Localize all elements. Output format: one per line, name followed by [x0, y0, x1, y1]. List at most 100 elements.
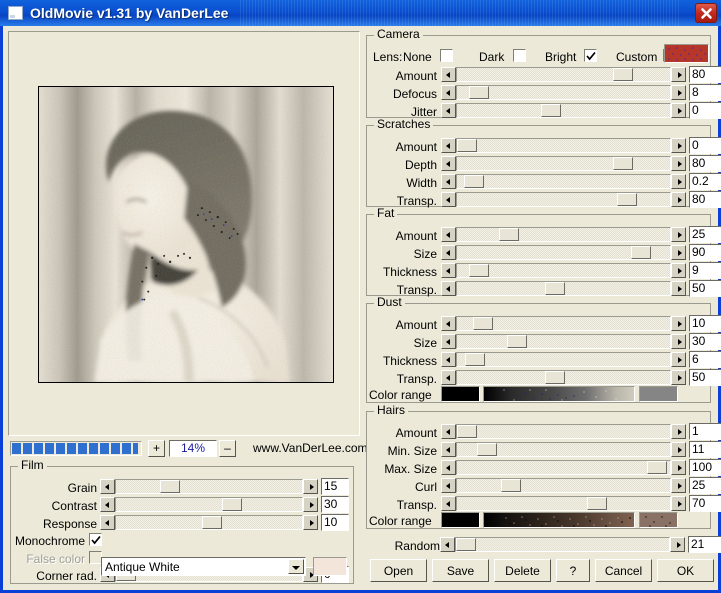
slider-thumb[interactable]	[507, 335, 527, 348]
slider-right-arrow[interactable]	[671, 227, 686, 242]
slider-left-arrow[interactable]	[440, 537, 455, 552]
slider-thumb[interactable]	[477, 443, 497, 456]
slider-right-arrow[interactable]	[671, 85, 686, 100]
slider-thumb[interactable]	[617, 193, 637, 206]
zoom-out-button[interactable]: –	[219, 440, 236, 457]
dust-color-to-swatch[interactable]	[639, 386, 678, 402]
slider-thumb[interactable]	[222, 498, 242, 511]
dust-amount-value[interactable]: 10	[689, 315, 721, 332]
lens-none-checkbox[interactable]	[440, 49, 453, 62]
fat-transp-value[interactable]: 50	[689, 280, 721, 297]
slider-track[interactable]	[456, 67, 671, 82]
slider-left-arrow[interactable]	[441, 496, 456, 511]
slider-track[interactable]	[456, 334, 671, 349]
dust-thickness-value[interactable]: 6	[689, 351, 721, 368]
hairs-max-size-slider[interactable]	[441, 460, 686, 475]
lens-bright-checkbox[interactable]	[584, 49, 597, 62]
open-button[interactable]: Open	[370, 559, 427, 582]
slider-track[interactable]	[456, 227, 671, 242]
film-contrast-value[interactable]: 30	[321, 496, 349, 513]
scratches-amount-slider[interactable]	[441, 138, 686, 153]
camera-custom-color-swatch[interactable]	[664, 44, 709, 63]
hairs-transp-slider[interactable]	[441, 496, 686, 511]
slider-track[interactable]	[456, 352, 671, 367]
hairs-amount-slider[interactable]	[441, 424, 686, 439]
fat-transp-slider[interactable]	[441, 281, 686, 296]
slider-thumb[interactable]	[545, 371, 565, 384]
random-slider[interactable]	[440, 537, 685, 552]
hairs-color-to-swatch[interactable]	[639, 512, 678, 528]
slider-right-arrow[interactable]	[671, 370, 686, 385]
slider-right-arrow[interactable]	[670, 537, 685, 552]
slider-left-arrow[interactable]	[441, 460, 456, 475]
scratches-amount-value[interactable]: 0	[689, 137, 721, 154]
scratches-depth-slider[interactable]	[441, 156, 686, 171]
hairs-amount-value[interactable]: 1	[689, 423, 721, 440]
slider-right-arrow[interactable]	[303, 497, 318, 512]
hairs-transp-value[interactable]: 70	[689, 495, 721, 512]
camera-defocus-slider[interactable]	[441, 85, 686, 100]
dust-size-slider[interactable]	[441, 334, 686, 349]
slider-right-arrow[interactable]	[671, 424, 686, 439]
slider-left-arrow[interactable]	[100, 479, 115, 494]
slider-right-arrow[interactable]	[671, 138, 686, 153]
slider-track[interactable]	[456, 192, 671, 207]
slider-right-arrow[interactable]	[671, 67, 686, 82]
slider-thumb[interactable]	[647, 461, 667, 474]
slider-right-arrow[interactable]	[303, 479, 318, 494]
film-response-value[interactable]: 10	[321, 514, 349, 531]
slider-thumb[interactable]	[541, 104, 561, 117]
slider-track[interactable]	[115, 479, 303, 494]
scratches-transp-value[interactable]: 80	[689, 191, 721, 208]
slider-left-arrow[interactable]	[100, 497, 115, 512]
slider-left-arrow[interactable]	[441, 174, 456, 189]
scratches-width-value[interactable]: 0.2	[689, 173, 721, 190]
slider-right-arrow[interactable]	[671, 460, 686, 475]
slider-left-arrow[interactable]	[441, 442, 456, 457]
slider-track[interactable]	[456, 478, 671, 493]
film-response-slider[interactable]	[100, 515, 318, 530]
monochrome-checkbox[interactable]	[89, 533, 102, 546]
slider-right-arrow[interactable]	[671, 263, 686, 278]
slider-thumb[interactable]	[499, 228, 519, 241]
random-value[interactable]: 21	[688, 536, 721, 553]
slider-left-arrow[interactable]	[441, 85, 456, 100]
film-contrast-slider[interactable]	[100, 497, 318, 512]
save-button[interactable]: Save	[432, 559, 489, 582]
fat-size-value[interactable]: 90	[689, 244, 721, 261]
slider-track[interactable]	[456, 138, 671, 153]
slider-left-arrow[interactable]	[441, 263, 456, 278]
hairs-color-from-swatch[interactable]	[441, 512, 480, 528]
slider-track[interactable]	[456, 174, 671, 189]
slider-thumb[interactable]	[587, 497, 607, 510]
camera-amount-slider[interactable]	[441, 67, 686, 82]
fat-thickness-slider[interactable]	[441, 263, 686, 278]
film-grain-slider[interactable]	[100, 479, 318, 494]
slider-left-arrow[interactable]	[441, 103, 456, 118]
slider-thumb[interactable]	[545, 282, 565, 295]
tint-dropdown[interactable]: Antique White	[101, 557, 306, 576]
camera-jitter-slider[interactable]	[441, 103, 686, 118]
slider-track[interactable]	[115, 497, 303, 512]
slider-thumb[interactable]	[469, 264, 489, 277]
slider-right-arrow[interactable]	[671, 245, 686, 260]
help-button[interactable]: ?	[556, 559, 590, 582]
chevron-down-icon[interactable]	[288, 559, 304, 574]
slider-left-arrow[interactable]	[441, 370, 456, 385]
slider-thumb[interactable]	[457, 139, 477, 152]
slider-track[interactable]	[456, 460, 671, 475]
hairs-min-size-slider[interactable]	[441, 442, 686, 457]
slider-thumb[interactable]	[202, 516, 222, 529]
fat-amount-slider[interactable]	[441, 227, 686, 242]
slider-left-arrow[interactable]	[100, 515, 115, 530]
slider-track[interactable]	[456, 156, 671, 171]
slider-thumb[interactable]	[473, 317, 493, 330]
dust-size-value[interactable]: 30	[689, 333, 721, 350]
dust-thickness-slider[interactable]	[441, 352, 686, 367]
fat-amount-value[interactable]: 25	[689, 226, 721, 243]
camera-defocus-value[interactable]: 8	[689, 84, 721, 101]
slider-right-arrow[interactable]	[303, 515, 318, 530]
slider-right-arrow[interactable]	[671, 352, 686, 367]
hairs-min-size-value[interactable]: 11	[689, 441, 721, 458]
slider-thumb[interactable]	[457, 425, 477, 438]
